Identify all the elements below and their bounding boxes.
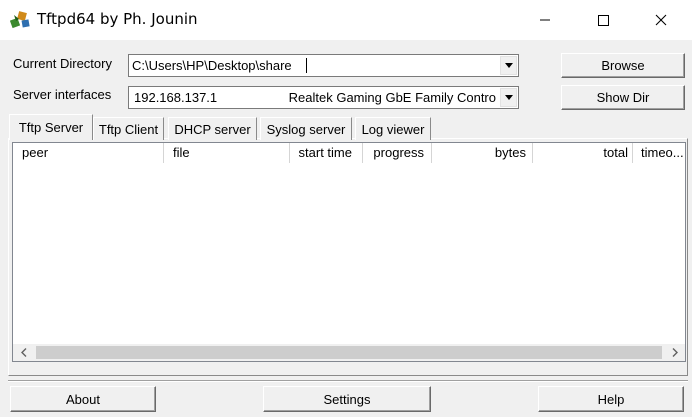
current-directory-dropdown-button[interactable] (500, 56, 517, 75)
server-adapter: Realtek Gaming GbE Family Contro (288, 90, 496, 105)
tab-dhcp-server[interactable]: DHCP server (168, 117, 257, 140)
column-header-file[interactable]: file (164, 143, 290, 163)
scroll-right-button[interactable] (666, 344, 683, 361)
current-directory-combo[interactable]: C:\Users\HP\Desktop\share (128, 54, 519, 77)
chevron-down-icon (504, 95, 513, 100)
about-button[interactable]: About (10, 386, 156, 412)
scrollbar-thumb[interactable] (36, 346, 662, 359)
horizontal-scrollbar[interactable] (13, 344, 685, 361)
window-title: Tftpd64 by Ph. Jounin (37, 10, 198, 28)
tab-tftp-server[interactable]: Tftp Server (9, 114, 93, 140)
server-interfaces-dropdown-button[interactable] (500, 88, 517, 107)
bottom-separator (8, 380, 688, 382)
close-button[interactable] (632, 0, 690, 40)
close-icon (655, 14, 667, 26)
current-directory-label: Current Directory (13, 56, 112, 71)
server-ip: 192.168.137.1 (134, 90, 218, 105)
column-header-progress[interactable]: progress (363, 143, 432, 163)
tab-tftp-client[interactable]: Tftp Client (93, 117, 164, 140)
maximize-icon (598, 15, 609, 26)
browse-button[interactable]: Browse (561, 53, 685, 78)
tab-log-viewer[interactable]: Log viewer (355, 117, 431, 140)
chevron-down-icon (504, 63, 513, 68)
server-interfaces-combo[interactable]: 192.168.137.1 Realtek Gaming GbE Family … (128, 86, 519, 109)
transfer-list[interactable]: peer file start time progress bytes tota… (12, 142, 686, 362)
text-caret (306, 58, 307, 73)
server-interfaces-label: Server interfaces (13, 87, 112, 102)
settings-button[interactable]: Settings (263, 386, 431, 412)
title-bar[interactable]: Tftpd64 by Ph. Jounin (0, 0, 692, 40)
minimize-button[interactable] (516, 0, 574, 40)
maximize-button[interactable] (574, 0, 632, 40)
minimize-icon (540, 19, 550, 21)
tftpd-app-icon (9, 9, 32, 31)
column-header-timeout[interactable]: timeo... (633, 143, 685, 163)
help-button[interactable]: Help (538, 386, 684, 412)
column-header-peer[interactable]: peer (13, 143, 164, 163)
tab-syslog-server[interactable]: Syslog server (260, 117, 352, 140)
chevron-left-icon (20, 348, 26, 357)
current-directory-value: C:\Users\HP\Desktop\share (132, 58, 292, 73)
scroll-left-button[interactable] (15, 344, 32, 361)
column-header-total[interactable]: total (533, 143, 633, 163)
show-dir-button[interactable]: Show Dir (561, 85, 685, 110)
column-header-bytes[interactable]: bytes (432, 143, 533, 163)
column-header-start-time[interactable]: start time (290, 143, 363, 163)
chevron-right-icon (672, 348, 678, 357)
